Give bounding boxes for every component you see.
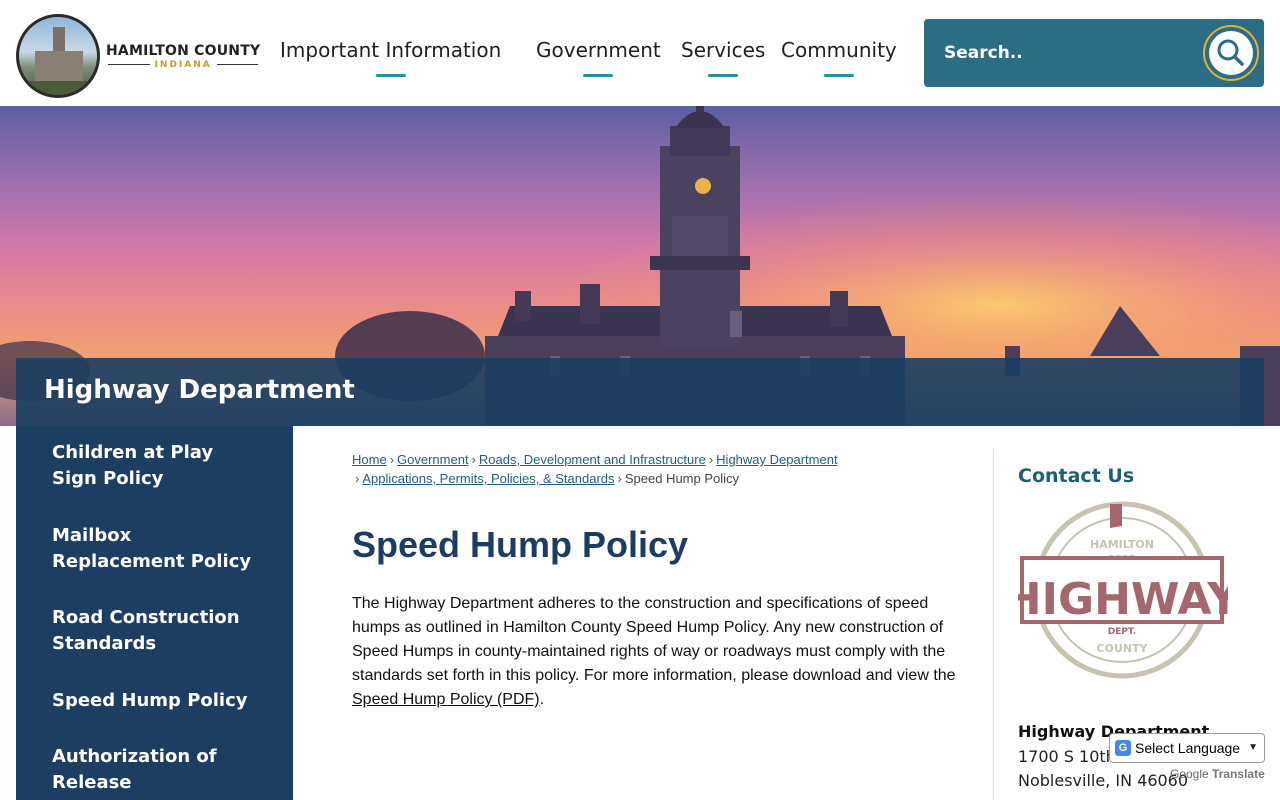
department-title: Highway Department <box>44 375 355 405</box>
sidebar-item-authorization[interactable]: Authorization of Release <box>52 744 262 796</box>
column-divider <box>993 450 994 800</box>
policy-text: The Highway Department adheres to the co… <box>352 595 956 684</box>
powered-by-google[interactable]: Google Translate <box>1170 767 1265 781</box>
seal-dept: DEPT. <box>1108 627 1136 637</box>
breadcrumb-home[interactable]: Home <box>352 452 387 467</box>
seal-word: HIGHWAY <box>1018 574 1228 625</box>
page-title: Speed Hump Policy <box>352 524 689 565</box>
nav-underline <box>708 74 739 77</box>
sidebar-nav: Children at Play Sign Policy Mailbox Rep… <box>16 426 293 800</box>
nav-label: Community <box>781 38 897 62</box>
nav-community[interactable]: Community <box>781 38 897 77</box>
breadcrumb-applications[interactable]: Applications, Permits, Policies, & Stand… <box>362 471 614 486</box>
translate-label: Translate <box>1212 767 1265 781</box>
breadcrumb-roads[interactable]: Roads, Development and Infrastructure <box>479 452 706 467</box>
logo-name: HAMILTON COUNTY <box>106 42 261 59</box>
nav-important-information[interactable]: Important Information <box>280 38 502 77</box>
highway-dept-seal: HAMILTON 1823 HIGHWAY DEPT. COUNTY <box>1018 501 1228 679</box>
nav-services[interactable]: Services <box>681 38 766 77</box>
sidebar-item-mailbox-replacement[interactable]: Mailbox Replacement Policy <box>52 523 262 575</box>
breadcrumb: Home › Government › Roads, Development and I… <box>352 450 972 488</box>
search-icon[interactable] <box>1203 25 1259 81</box>
site-header: HAMILTON COUNTY INDIANA Important Inform… <box>0 0 1280 106</box>
county-logo[interactable]: HAMILTON COUNTY INDIANA <box>16 14 261 98</box>
seal-top-text: HAMILTON <box>1090 538 1154 551</box>
breadcrumb-current: Speed Hump Policy <box>624 471 740 486</box>
seal-bottom-text: COUNTY <box>1096 642 1148 655</box>
search-input[interactable] <box>944 37 1194 69</box>
chevron-down-icon: ▼ <box>1248 742 1258 753</box>
policy-description: The Highway Department adheres to the co… <box>352 592 964 712</box>
breadcrumb-highway[interactable]: Highway Department <box>716 452 837 467</box>
sidebar-item-road-construction[interactable]: Road Construction Standards <box>52 605 262 657</box>
nav-label: Important Information <box>280 38 502 62</box>
courthouse-logo-icon <box>16 14 100 98</box>
nav-underline <box>823 74 854 77</box>
nav-label: Government <box>536 38 661 62</box>
breadcrumb-separator: › <box>708 452 714 467</box>
google-wordmark: Google <box>1170 767 1209 781</box>
sidebar-item-speed-hump[interactable]: Speed Hump Policy <box>52 688 262 714</box>
sidebar-item-children-at-play[interactable]: Children at Play Sign Policy <box>52 440 262 492</box>
language-select[interactable]: G Select Language ▼ <box>1109 733 1265 763</box>
breadcrumb-government[interactable]: Government <box>397 452 469 467</box>
language-select-label: Select Language <box>1135 740 1241 756</box>
nav-underline <box>583 74 614 77</box>
contact-address-line2: Noblesville, IN 46060 <box>1018 771 1189 790</box>
breadcrumb-separator: › <box>617 471 622 486</box>
nav-label: Services <box>681 38 766 62</box>
policy-text-end: . <box>539 691 545 708</box>
breadcrumb-separator: › <box>389 452 395 467</box>
logo-subtitle: INDIANA <box>154 59 212 70</box>
nav-underline <box>375 74 406 77</box>
google-translate-icon: G <box>1115 740 1131 756</box>
page-heading-bar: Highway Department <box>16 358 1264 426</box>
speed-hump-policy-pdf-link[interactable]: Speed Hump Policy (PDF) <box>352 691 540 708</box>
nav-government[interactable]: Government <box>536 38 661 77</box>
contact-heading: Contact Us <box>1018 465 1135 487</box>
breadcrumb-separator: › <box>471 452 476 467</box>
breadcrumb-separator: › <box>355 471 360 486</box>
